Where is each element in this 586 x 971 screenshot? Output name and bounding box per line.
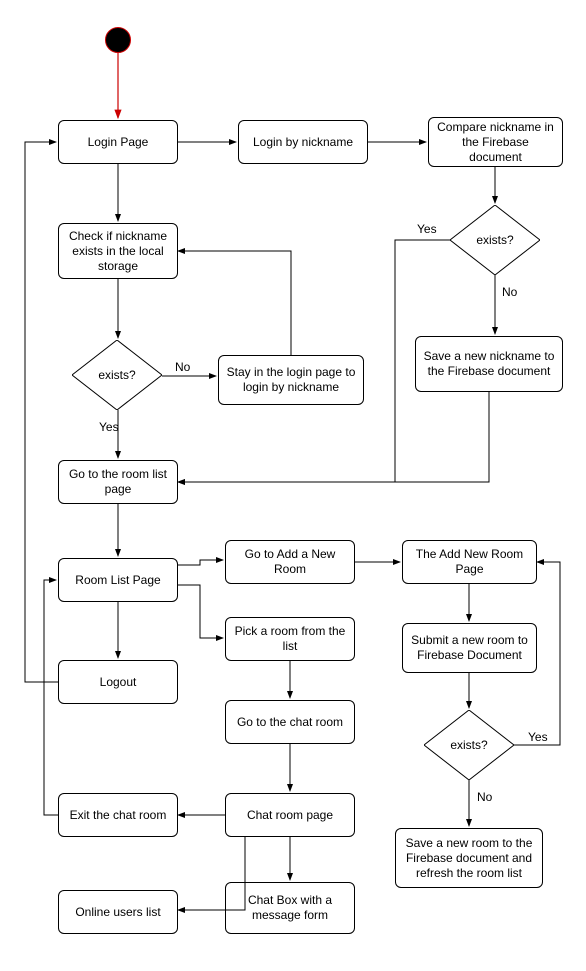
node-label: Exit the chat room: [70, 808, 167, 823]
node-submit-room: Submit a new room to Firebase Document: [402, 623, 537, 673]
node-save-room: Save a new room to the Firebase document…: [395, 828, 543, 888]
decision-exists-local: exists?: [72, 340, 162, 410]
node-label: Save a new room to the Firebase document…: [402, 836, 536, 881]
node-label: Login by nickname: [253, 135, 353, 150]
node-logout: Logout: [58, 660, 178, 704]
edge-label-yes: Yes: [99, 420, 119, 434]
node-online-users: Online users list: [58, 890, 178, 934]
start-node: [105, 27, 131, 53]
decision-label: exists?: [476, 233, 513, 247]
decision-exists-room: exists?: [424, 710, 514, 780]
node-login-by-nickname: Login by nickname: [238, 120, 368, 164]
node-label: Chat Box with a message form: [232, 893, 348, 923]
edge-label-no: No: [175, 360, 190, 374]
node-login-page: Login Page: [58, 120, 178, 164]
node-compare-nickname: Compare nickname in the Firebase documen…: [428, 117, 563, 167]
decision-exists-top: exists?: [450, 205, 540, 275]
node-save-nickname: Save a new nickname to the Firebase docu…: [415, 336, 563, 392]
node-add-new-room-page: The Add New Room Page: [402, 540, 537, 584]
node-stay-login: Stay in the login page to login by nickn…: [218, 355, 364, 405]
node-label: Online users list: [75, 905, 160, 920]
node-go-room-list: Go to the room list page: [58, 460, 178, 504]
node-chat-room-page: Chat room page: [225, 793, 355, 837]
node-label: Go to the chat room: [237, 715, 343, 730]
node-go-add-new-room: Go to Add a New Room: [225, 540, 355, 584]
node-label: Go to the room list page: [65, 467, 171, 497]
node-exit-chat-room: Exit the chat room: [58, 793, 178, 837]
node-label: The Add New Room Page: [409, 547, 530, 577]
node-pick-room: Pick a room from the list: [225, 617, 355, 661]
node-label: Compare nickname in the Firebase documen…: [435, 120, 556, 165]
node-label: Chat room page: [247, 808, 333, 823]
edge-label-yes: Yes: [528, 730, 548, 744]
node-label: Room List Page: [75, 573, 160, 588]
node-go-chat-room: Go to the chat room: [225, 700, 355, 744]
edge-label-no: No: [477, 790, 492, 804]
node-label: Stay in the login page to login by nickn…: [225, 365, 357, 395]
node-label: Login Page: [88, 135, 149, 150]
node-room-list-page: Room List Page: [58, 558, 178, 602]
edge-label-no: No: [502, 285, 517, 299]
node-chat-box: Chat Box with a message form: [225, 882, 355, 934]
node-label: Pick a room from the list: [232, 624, 348, 654]
node-label: Go to Add a New Room: [232, 547, 348, 577]
decision-label: exists?: [98, 368, 135, 382]
node-label: Logout: [100, 675, 137, 690]
node-check-local: Check if nickname exists in the local st…: [58, 223, 178, 279]
node-label: Check if nickname exists in the local st…: [65, 229, 171, 274]
edge-label-yes: Yes: [417, 222, 437, 236]
decision-label: exists?: [450, 738, 487, 752]
node-label: Submit a new room to Firebase Document: [409, 633, 530, 663]
node-label: Save a new nickname to the Firebase docu…: [422, 349, 556, 379]
